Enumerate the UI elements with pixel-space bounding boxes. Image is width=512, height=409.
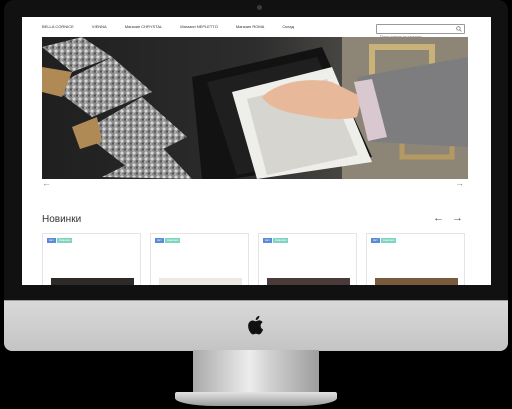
nav-link-bella-cornice[interactable]: BELLA CORNICE [42,24,74,29]
nav-link-roma[interactable]: Магазин ROMA [236,24,265,29]
product-carousel: Акт Новинки Акт Новинки Акт Новинки Акт … [42,233,465,285]
section-title-new: Новинки [42,214,82,225]
product-image[interactable] [159,278,242,285]
nav-link-warehouse[interactable]: Склад [282,24,294,29]
badge-new: Акт [47,238,56,243]
badge-promo: Новинки [272,238,289,243]
badge-new: Акт [371,238,380,243]
camera-icon [257,5,262,10]
product-card[interactable]: Акт Новинки [42,233,141,285]
carousel-prev-icon[interactable]: ← [433,213,444,224]
search-box [376,24,465,41]
badge-promo: Новинки [164,238,181,243]
monitor-stand [193,350,319,394]
product-image[interactable] [267,278,350,285]
product-image[interactable] [375,278,458,285]
product-card[interactable]: Акт Новинки [150,233,249,285]
badge-new: Акт [155,238,164,243]
nav-link-nepletto[interactable]: Магазин NEPLETTO [180,24,218,29]
product-card[interactable]: Акт Новинки [258,233,357,285]
product-card[interactable]: Акт Новинки [366,233,465,285]
product-image[interactable] [51,278,134,285]
nav-link-vienna[interactable]: VIENNA [92,24,107,29]
search-icon[interactable] [456,26,462,32]
badge-new: Акт [263,238,272,243]
apple-logo-icon [248,315,264,335]
website-screen: BELLA CORNICE VIENNA Магазин CHRYSTAL Ма… [22,17,491,285]
hero-next-arrow-icon[interactable]: → [455,179,464,188]
hero-photo-frames [42,37,468,179]
badge-promo: Новинки [380,238,397,243]
top-navigation: BELLA CORNICE VIENNA Магазин CHRYSTAL Ма… [42,24,312,29]
monitor-stand-base [175,392,337,406]
nav-link-chrystal[interactable]: Магазин CHRYSTAL [125,24,163,29]
carousel-next-icon[interactable]: → [452,213,463,224]
hero-slider [42,37,468,179]
hero-prev-arrow-icon[interactable]: ← [42,179,51,188]
badge-promo: Новинки [56,238,73,243]
